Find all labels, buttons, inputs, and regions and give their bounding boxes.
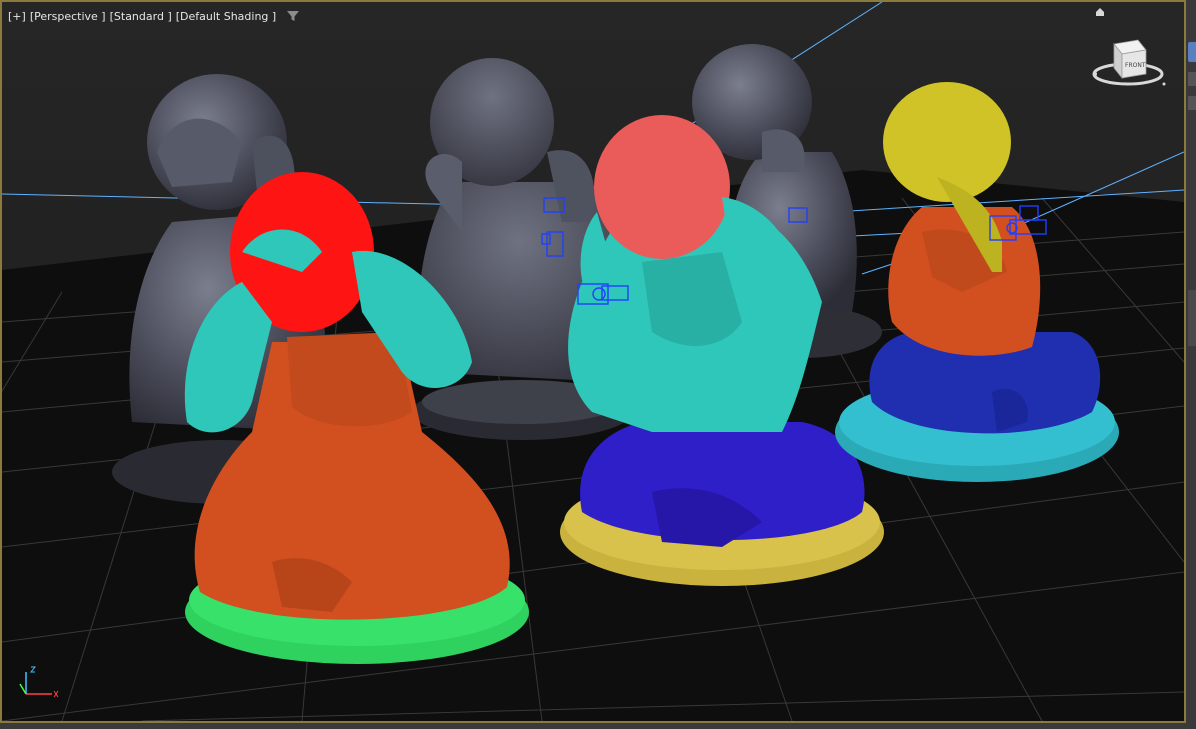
viewcube-face-label: FRONT	[1125, 62, 1146, 69]
command-panel-tab[interactable]	[1188, 42, 1196, 62]
viewport-scene[interactable]	[2, 2, 1184, 721]
filter-icon[interactable]	[286, 9, 300, 23]
right-panel-edge	[1186, 0, 1196, 729]
viewport-view-label[interactable]: [Perspective ]	[30, 10, 106, 23]
axis-tripod-icon	[19, 666, 59, 698]
viewport-menu-button[interactable]: [+]	[8, 10, 26, 23]
viewport-shading-label[interactable]: [Default Shading ]	[176, 10, 276, 23]
viewport[interactable]: [+] [Perspective ] [Standard ] [Default …	[0, 0, 1186, 723]
command-panel-tab-2[interactable]	[1188, 72, 1196, 86]
viewport-label-bar: [+] [Perspective ] [Standard ] [Default …	[8, 6, 300, 26]
bottom-edge	[0, 723, 1186, 729]
command-panel-tab-3[interactable]	[1188, 96, 1196, 110]
panel-scrollbar[interactable]	[1188, 290, 1196, 346]
viewport-mode-label[interactable]: [Standard ]	[110, 10, 172, 23]
home-icon[interactable]	[1095, 7, 1105, 17]
viewcube-icon[interactable]: FRONT	[1090, 36, 1170, 96]
